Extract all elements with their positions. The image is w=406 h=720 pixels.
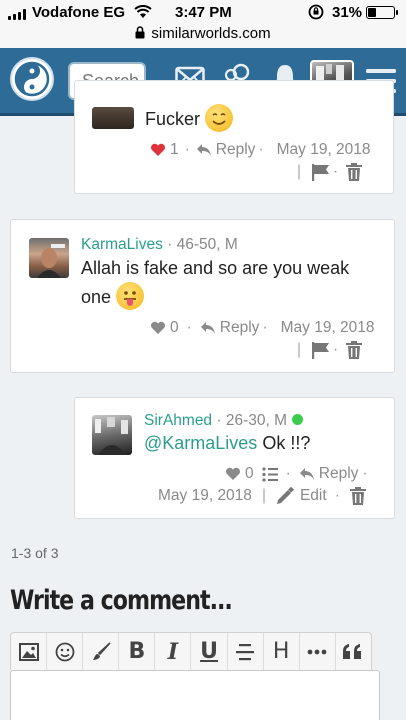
online-status-dot [292, 414, 304, 425]
strikethrough-button[interactable] [228, 633, 264, 670]
italic-button[interactable]: I [155, 633, 192, 670]
flag-icon[interactable] [311, 163, 331, 181]
comment-card: SirAhmed · 26-30, M @KarmaLives Ok !!? 0… [74, 397, 395, 519]
author-link[interactable]: KarmaLives [81, 236, 163, 253]
lock-icon [135, 26, 145, 39]
editor-toolbar: B I U H [10, 632, 372, 670]
heading-label: H [272, 639, 290, 664]
image-icon [18, 642, 39, 661]
reply-link[interactable]: Reply [216, 141, 256, 159]
reply-link[interactable]: Reply [319, 465, 359, 483]
trash-icon[interactable] [346, 341, 363, 359]
ellipsis-icon [307, 649, 327, 654]
write-comment-heading: Write a comment... [10, 585, 233, 616]
reply-icon[interactable] [299, 467, 315, 481]
battery-percent: 31% [332, 4, 363, 21]
reply-icon[interactable] [200, 321, 216, 335]
author-demographics: 26-30, M [225, 412, 288, 429]
insert-emoji-button[interactable] [47, 633, 84, 670]
quote-button[interactable] [336, 633, 371, 670]
comment-date: May 19, 2018 [280, 319, 375, 336]
signal-icon [8, 9, 26, 20]
comment-text: Fucker [145, 104, 234, 133]
bold-label: B [128, 639, 146, 664]
bold-button[interactable]: B [119, 633, 156, 670]
comment-meta: SirAhmed · 26-30, M [144, 412, 304, 430]
insert-image-button[interactable] [11, 633, 48, 670]
flag-icon[interactable] [311, 341, 331, 359]
underline-label: U [200, 639, 218, 664]
heart-icon[interactable] [150, 321, 166, 335]
like-count: 0 [170, 319, 179, 336]
trash-icon[interactable] [346, 163, 363, 181]
comment-date: May 19, 2018 [158, 487, 252, 504]
underline-button[interactable]: U [191, 633, 228, 670]
ios-status-bar: Vodafone EG 3:47 PM 31% similarworlds.co… [0, 0, 406, 48]
heart-icon[interactable] [150, 143, 166, 157]
reply-icon[interactable] [196, 143, 212, 157]
comment-body: Fucker [145, 109, 201, 129]
brush-button[interactable] [83, 633, 120, 670]
pagination-count: 1-3 of 3 [11, 545, 59, 561]
tongue-out-emoji-icon [116, 282, 145, 310]
comment-text: @KarmaLives Ok !!? [144, 430, 310, 457]
comment-body: Ok !!? [262, 433, 311, 453]
commenter-avatar[interactable] [92, 107, 134, 129]
trash-icon[interactable] [349, 487, 366, 505]
comment-date: May 19, 2018 [276, 141, 371, 158]
smiling-emoji-icon [205, 104, 234, 132]
edit-link[interactable]: Edit [300, 487, 327, 505]
brush-icon [92, 641, 111, 660]
more-button[interactable] [300, 633, 336, 670]
url-text: similarworlds.com [151, 25, 271, 42]
battery-icon [366, 6, 398, 19]
like-count: 1 [170, 141, 179, 158]
pencil-icon[interactable] [276, 487, 294, 505]
like-count: 0 [245, 465, 254, 482]
list-icon[interactable] [262, 466, 278, 482]
comment-editor[interactable] [10, 670, 380, 720]
reply-link[interactable]: Reply [220, 319, 260, 337]
italic-label: I [167, 638, 179, 665]
strikethrough-icon [236, 643, 255, 660]
commenter-avatar[interactable] [29, 238, 69, 278]
commenter-avatar[interactable] [92, 415, 132, 455]
comment-card: Fucker 1 · Reply · May 19, 2018 | · [74, 80, 394, 194]
logo-icon[interactable] [10, 57, 54, 101]
comment-card: KarmaLives · 46-50, M Allah is fake and … [10, 219, 395, 373]
mention-link[interactable]: @KarmaLives [144, 433, 257, 453]
clock: 3:47 PM [175, 4, 232, 21]
author-demographics: 46-50, M [176, 236, 238, 253]
carrier-name: Vodafone EG [32, 4, 126, 21]
heart-icon[interactable] [225, 467, 241, 481]
wifi-icon [134, 5, 152, 18]
comment-meta: KarmaLives · 46-50, M [81, 236, 238, 253]
url-bar[interactable]: similarworlds.com [0, 25, 406, 42]
heading-button[interactable]: H [264, 633, 300, 670]
comment-text: Allah is fake and so are you weak one [81, 255, 381, 311]
author-link[interactable]: SirAhmed [144, 412, 212, 429]
quote-icon [343, 643, 362, 659]
orientation-lock-icon [308, 4, 324, 20]
smiley-icon [55, 642, 75, 661]
